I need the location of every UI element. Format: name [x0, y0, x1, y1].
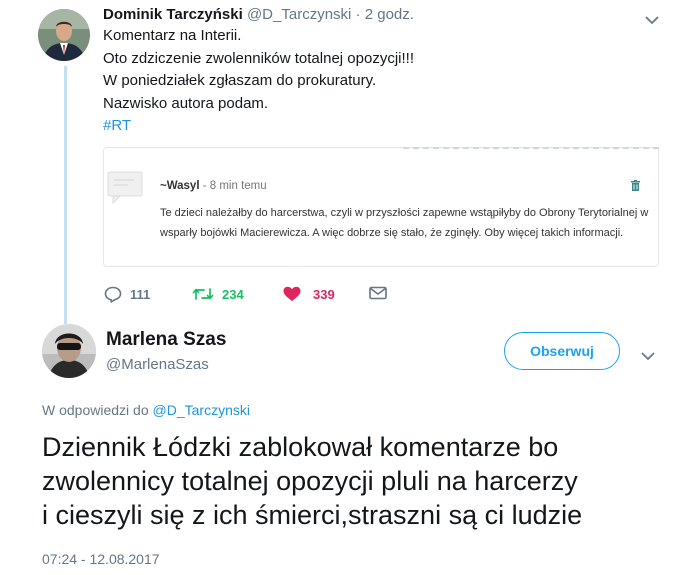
separator-dot: ·: [355, 6, 361, 23]
reply-author-name[interactable]: Marlena Szas: [106, 329, 226, 351]
like-action[interactable]: 339: [283, 286, 335, 302]
card-top-divider: [403, 147, 659, 149]
direct-message-action[interactable]: [369, 286, 387, 300]
retweet-count: 234: [222, 286, 244, 302]
tweet-header: Dominik Tarczyński @D_Tarczynski · 2 god…: [103, 6, 414, 23]
reply-context-prefix: W odpowiedzi do: [42, 402, 149, 418]
reply-mention-link[interactable]: @D_Tarczynski: [153, 402, 250, 418]
avatar[interactable]: [38, 9, 90, 61]
reply-action[interactable]: 111: [104, 286, 150, 303]
reply-line: zwolennicy totalnej opozycji pluli na ha…: [42, 466, 578, 496]
reply-author-handle[interactable]: @MarlenaSzas: [106, 356, 209, 373]
tweet-line: Komentarz na Interii.: [103, 27, 242, 44]
comment-author: ~Wasyl: [160, 180, 200, 192]
direct-message-icon: [369, 286, 387, 300]
trash-icon: [631, 178, 640, 191]
heart-icon: [283, 286, 301, 302]
comment-time: 8 min temu: [209, 180, 267, 192]
hashtag-link[interactable]: #RT: [103, 115, 414, 138]
author-handle[interactable]: @D_Tarczynski: [247, 6, 351, 23]
follow-button[interactable]: Obserwuj: [504, 332, 620, 370]
reply-count: 111: [130, 287, 151, 302]
comment-author-line: ~Wasyl - 8 min temu: [160, 180, 267, 192]
retweet-icon: [192, 286, 214, 302]
tweet-text: Komentarz na Interii. Oto zdziczenie zwo…: [103, 25, 414, 138]
tweet-line: Oto zdziczenie zwolenników totalnej opoz…: [103, 49, 414, 67]
reply-text: Dziennik Łódzki zablokował komentarze bo…: [42, 430, 682, 532]
thread-connector-line: [64, 66, 67, 324]
reply-menu-chevron-icon[interactable]: [641, 348, 655, 366]
tweet-menu-chevron-icon[interactable]: [645, 12, 659, 30]
comment-placeholder-icon: [107, 171, 143, 205]
reply-line: Dziennik Łódzki zablokował komentarze bo: [42, 432, 559, 462]
retweet-action[interactable]: 234: [192, 286, 244, 302]
reply-context: W odpowiedzi do @D_Tarczynski: [42, 402, 250, 418]
reply-line: i cieszyli się z ich śmierci,straszni są…: [42, 500, 583, 530]
tweet-time[interactable]: 2 godz.: [365, 6, 414, 23]
comment-separator: -: [199, 180, 210, 192]
reply-timestamp[interactable]: 07:24 - 12.08.2017: [42, 551, 160, 567]
reply-icon: [104, 286, 122, 303]
tweet-line: W poniedziałek zgłaszam do prokuratury.: [103, 72, 377, 89]
like-count: 339: [313, 286, 335, 302]
comment-text: Te dzieci należałby do harcerstwa, czyli…: [160, 207, 649, 239]
tweet-line: Nazwisko autora podam.: [103, 94, 269, 112]
author-name[interactable]: Dominik Tarczyński: [103, 6, 243, 23]
avatar[interactable]: [42, 324, 96, 378]
